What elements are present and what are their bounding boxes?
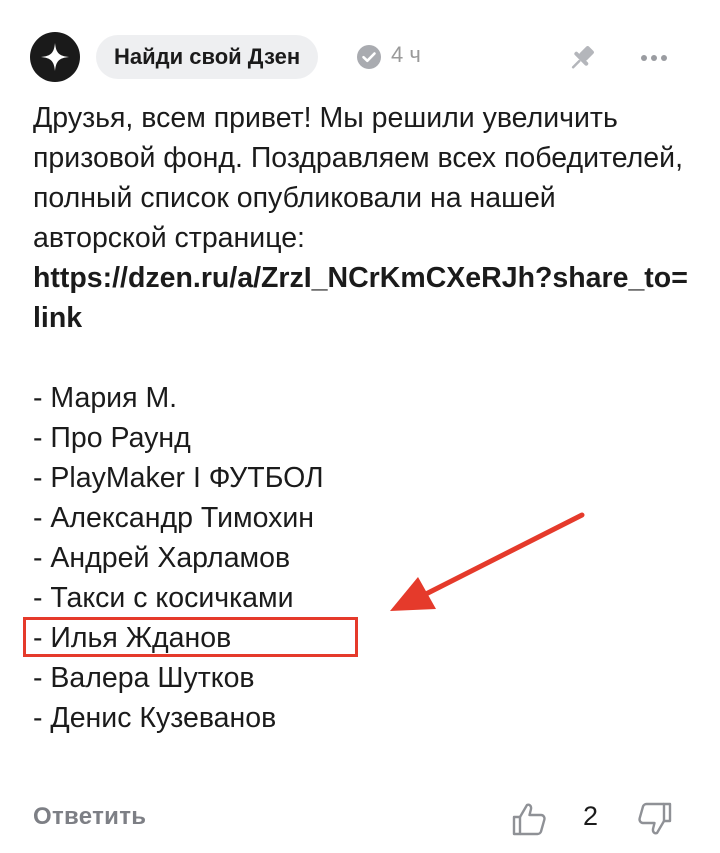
more-dots-icon[interactable]: [636, 40, 672, 76]
check-circle-icon: [357, 45, 381, 69]
highlight-box: [23, 617, 358, 657]
red-arrow-icon: [390, 512, 585, 611]
post-paragraph: Друзья, всем привет! Мы решили увеличить…: [33, 102, 683, 254]
reply-button[interactable]: Ответить: [33, 803, 146, 831]
thumbs-down-icon[interactable]: [636, 800, 674, 838]
channel-name-chip[interactable]: Найди свой Дзен: [96, 35, 319, 79]
sparkle-star-icon: [41, 43, 69, 71]
list-item: - Валера Шутков: [33, 662, 255, 694]
channel-avatar[interactable]: [30, 32, 80, 82]
list-item: - Мария М.: [33, 382, 178, 414]
list-item: - Александр Тимохин: [33, 502, 315, 534]
list-item-highlighted: - Такси с косичками: [33, 582, 294, 614]
list-item: - Андрей Харламов: [33, 542, 291, 574]
winners-list: - Мария М. - Про Раунд - PlayMaker I ФУТ…: [33, 378, 693, 738]
list-item: - Про Раунд: [33, 422, 191, 454]
list-item: - Денис Кузеванов: [33, 702, 277, 734]
post-link[interactable]: https://dzen.ru/a/ZrzI_NCrKmCXeRJh?share…: [33, 258, 693, 338]
pin-icon[interactable]: [564, 40, 600, 76]
post-time: 4 ч: [391, 42, 421, 67]
list-item: - PlayMaker I ФУТБОЛ: [33, 462, 324, 494]
thumbs-up-icon[interactable]: [510, 800, 548, 838]
like-count: 2: [583, 801, 599, 831]
